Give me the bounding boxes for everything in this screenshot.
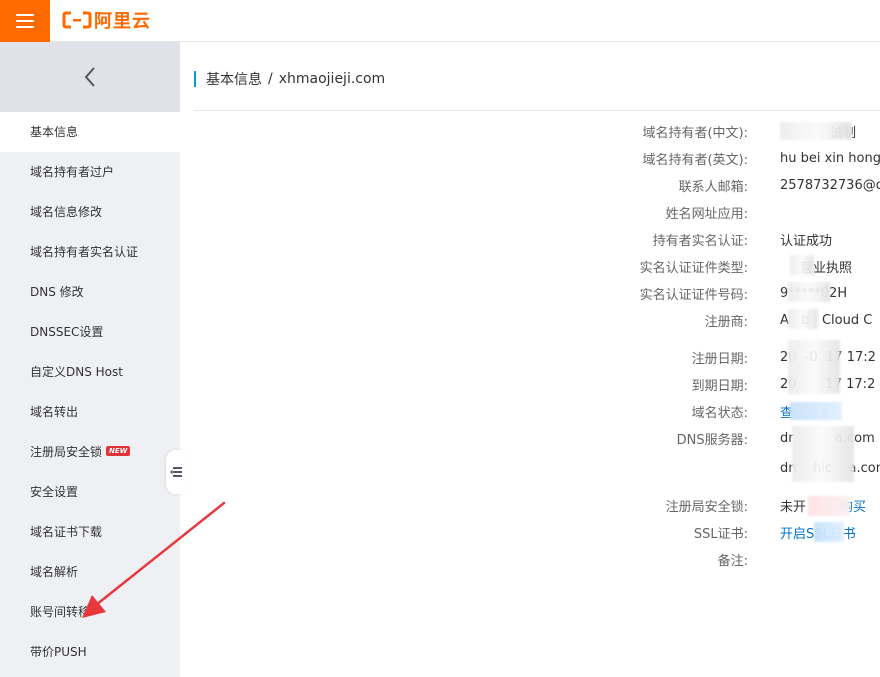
aliyun-logo-icon bbox=[62, 11, 92, 29]
sidebar-item-label: 注册局安全锁 bbox=[30, 445, 103, 459]
aliyun-logo[interactable]: 阿里云 bbox=[62, 8, 151, 32]
info-label: 实名认证证件类型: bbox=[639, 261, 748, 276]
info-value: 未开 购买 bbox=[748, 496, 866, 515]
info-value: 20 -0 17 17:2 bbox=[780, 350, 876, 365]
info-row-owner-en: 域名持有者(英文): hu bei xin hong j bbox=[560, 145, 880, 172]
info-row-email: 联系人邮箱: 2578732736@q bbox=[560, 172, 880, 199]
sidebar-item-dns-host[interactable]: 自定义DNS Host bbox=[0, 352, 180, 392]
sidebar-item-basic-info[interactable]: 基本信息 bbox=[0, 112, 180, 152]
info-row-owner-cn: 域名持有者(中文): 诚制 bbox=[560, 118, 880, 145]
sidebar-item-dnssec[interactable]: DNSSEC设置 bbox=[0, 312, 180, 352]
sidebar-item-real-name[interactable]: 域名持有者实名认证 bbox=[0, 232, 180, 272]
info-label: 域名持有者(中文): bbox=[642, 126, 748, 141]
divider bbox=[194, 110, 880, 111]
info-value: hu bei xin hong j bbox=[780, 151, 880, 166]
info-label: 域名状态: bbox=[691, 406, 748, 421]
info-label: 姓名网址应用: bbox=[665, 207, 748, 222]
sidebar-item-label: 域名信息修改 bbox=[30, 205, 103, 219]
breadcrumb-separator: / bbox=[268, 71, 273, 87]
logo-text: 阿里云 bbox=[94, 11, 151, 32]
breadcrumb-accent-bar bbox=[194, 71, 196, 87]
info-label: 到期日期: bbox=[691, 379, 748, 394]
domain-info-table: 域名持有者(中文): 诚制 域名持有者(英文): hu bei xin hong j… bbox=[560, 118, 880, 578]
sidebar-item-transfer-out[interactable]: 域名转出 bbox=[0, 392, 180, 432]
buy-registry-lock-link[interactable]: 购买 bbox=[840, 500, 866, 515]
sidebar-toggle-button[interactable] bbox=[166, 450, 186, 494]
info-row-real-name-status: 持有者实名认证: 认证成功 bbox=[560, 226, 880, 253]
info-row-dns-server-2: dn hic a.com bbox=[560, 455, 880, 482]
sidebar-item-label: 域名持有者实名认证 bbox=[30, 245, 139, 259]
info-label: 注册商: bbox=[704, 315, 748, 330]
sidebar-item-label: 域名证书下载 bbox=[30, 525, 103, 539]
info-value: 9*****02H bbox=[780, 286, 848, 301]
info-label: DNS服务器: bbox=[676, 433, 748, 448]
sidebar-item-label: 域名解析 bbox=[30, 565, 79, 579]
breadcrumb-section: 基本信息 bbox=[206, 72, 262, 88]
info-row-registry-lock: 注册局安全锁: 未开 购买 bbox=[560, 492, 880, 519]
info-value: 2578732736@q bbox=[780, 178, 880, 193]
hamburger-icon bbox=[16, 14, 34, 28]
breadcrumb: 基本信息 / xhmaojieji.com bbox=[194, 68, 385, 90]
info-label: 联系人邮箱: bbox=[678, 180, 748, 195]
info-label: 注册局安全锁: bbox=[665, 500, 748, 515]
info-value: 20 17 17:2 bbox=[780, 377, 876, 392]
info-row-reg-date: 注册日期: 20 -0 17 17:2 bbox=[560, 344, 880, 371]
info-row-registrar: 注册商: A b Cloud C bbox=[560, 307, 880, 334]
info-row-dns-server: DNS服务器: dr a.com bbox=[560, 425, 880, 452]
sidebar-item-owner-transfer[interactable]: 域名持有者过户 bbox=[0, 152, 180, 192]
info-value: 认证成功 bbox=[780, 234, 833, 249]
info-label: 持有者实名认证: bbox=[652, 234, 748, 249]
sidebar-item-label: 自定义DNS Host bbox=[30, 365, 123, 379]
info-row-id-type: 实名认证证件类型: 营业执照 bbox=[560, 253, 880, 280]
sidebar-item-dns-resolve[interactable]: 域名解析 bbox=[0, 552, 180, 592]
sidebar-item-info-edit[interactable]: 域名信息修改 bbox=[0, 192, 180, 232]
sidebar-item-certificate[interactable]: 域名证书下载 bbox=[0, 512, 180, 552]
sidebar-item-label: DNSSEC设置 bbox=[30, 325, 104, 339]
collapse-menu-icon bbox=[170, 467, 182, 477]
info-label: 注册日期: bbox=[691, 352, 748, 367]
info-value: 诚制 bbox=[830, 126, 857, 141]
info-value: 营业执照 bbox=[800, 261, 853, 276]
info-label: SSL证书: bbox=[693, 527, 748, 542]
sidebar-item-label: DNS 修改 bbox=[30, 285, 84, 299]
info-row-remark: 备注: bbox=[560, 546, 880, 573]
sidebar-item-label: 基本信息 bbox=[30, 125, 79, 139]
sidebar-item-registry-lock[interactable]: 注册局安全锁 NEW bbox=[0, 432, 180, 472]
top-bar: 阿里云 bbox=[0, 0, 880, 42]
menu-button[interactable] bbox=[0, 0, 50, 42]
sidebar-item-security[interactable]: 安全设置 bbox=[0, 472, 180, 512]
info-label: 备注: bbox=[717, 554, 748, 569]
sidebar-item-label: 安全设置 bbox=[30, 485, 79, 499]
info-row-exp-date: 到期日期: 20 17 17:2 bbox=[560, 371, 880, 398]
breadcrumb-domain: xhmaojieji.com bbox=[278, 71, 386, 87]
chevron-left-icon bbox=[84, 67, 95, 87]
sidebar-item-label: 域名持有者过户 bbox=[30, 165, 115, 179]
info-value: dr a.com bbox=[780, 431, 875, 446]
new-badge: NEW bbox=[106, 445, 131, 456]
sidebar: 基本信息 域名持有者过户 域名信息修改 域名持有者实名认证 DNS 修改 DNS… bbox=[0, 42, 180, 677]
sidebar-item-dns-edit[interactable]: DNS 修改 bbox=[0, 272, 180, 312]
domain-status-link[interactable]: 查 s bbox=[748, 402, 829, 421]
info-label: 实名认证证件号码: bbox=[639, 288, 748, 303]
info-row-id-number: 实名认证证件号码: 9*****02H bbox=[560, 280, 880, 307]
info-row-name-url: 姓名网址应用: bbox=[560, 199, 880, 226]
sidebar-nav: 基本信息 域名持有者过户 域名信息修改 域名持有者实名认证 DNS 修改 DNS… bbox=[0, 112, 180, 672]
sidebar-collapse-button[interactable] bbox=[0, 42, 180, 112]
sidebar-item-label: 域名转出 bbox=[30, 405, 79, 419]
info-row-ssl: SSL证书: 开启SSL证书 bbox=[560, 519, 880, 546]
info-value: dn hic a.com bbox=[780, 461, 880, 476]
sidebar-item-label: 带价PUSH bbox=[30, 645, 87, 659]
info-label: 域名持有者(英文): bbox=[642, 153, 748, 168]
info-value: A b Cloud C bbox=[780, 313, 873, 328]
enable-ssl-link[interactable]: 开启SSL证书 bbox=[748, 523, 856, 542]
sidebar-item-label: 账号间转移 bbox=[30, 605, 91, 619]
sidebar-item-price-push[interactable]: 带价PUSH bbox=[0, 632, 180, 672]
info-row-domain-status: 域名状态: 查 s bbox=[560, 398, 880, 425]
registry-lock-status: 未开 bbox=[780, 500, 807, 515]
sidebar-item-account-transfer[interactable]: 账号间转移 bbox=[0, 592, 180, 632]
